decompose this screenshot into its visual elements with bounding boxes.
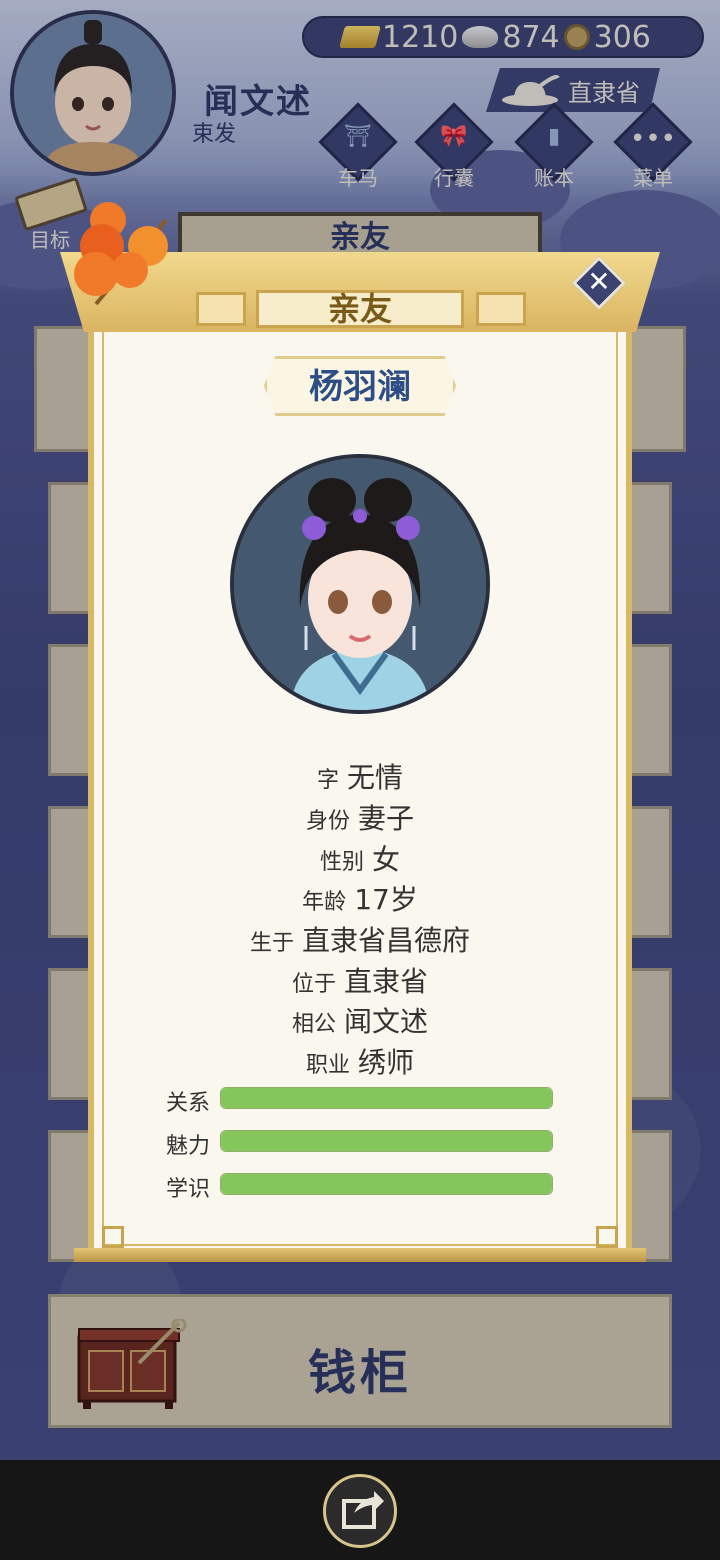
header-ornament	[196, 292, 246, 326]
frame-corner	[596, 1226, 618, 1248]
detail-key: 相公	[291, 1012, 336, 1037]
stat-label-knowledge: 学识	[166, 1177, 211, 1202]
detail-row-husband: 相公 闻文述	[0, 1000, 720, 1038]
stat-fill	[221, 1174, 552, 1194]
detail-value: 直隶省	[344, 965, 429, 998]
detail-value: 妻子	[358, 802, 415, 835]
stat-label-relationship: 关系	[166, 1091, 211, 1116]
detail-row-age: 年龄 17岁	[0, 878, 720, 916]
stat-fill	[221, 1131, 552, 1151]
stat-bar-knowledge	[220, 1173, 553, 1195]
detail-key: 生于	[249, 931, 294, 956]
npc-portrait	[230, 454, 490, 714]
detail-row-occupation: 职业 绣师	[0, 1041, 720, 1079]
detail-value: 17岁	[354, 883, 418, 916]
detail-row-birthplace: 生于 直隶省昌德府	[0, 919, 720, 957]
detail-row-identity: 身份 妻子	[0, 797, 720, 835]
detail-row-courtesy-name: 字无情	[0, 756, 720, 794]
detail-row-gender: 性别女	[0, 838, 720, 876]
detail-value: 女	[372, 843, 401, 876]
detail-value: 闻文述	[344, 1005, 429, 1038]
detail-key: 年龄	[302, 890, 347, 915]
detail-value: 无情	[347, 761, 404, 794]
stat-fill	[221, 1088, 552, 1108]
detail-value: 直隶省昌德府	[302, 924, 471, 957]
share-icon	[342, 1491, 384, 1529]
frame-corner	[102, 1226, 124, 1248]
close-icon: ✕	[587, 265, 611, 298]
scroll-bottom-rail	[74, 1248, 646, 1262]
detail-key: 性别	[319, 850, 364, 875]
npc-name: 杨羽澜	[264, 356, 456, 416]
detail-key: 位于	[291, 972, 336, 997]
candied-haws-icon	[74, 202, 168, 306]
detail-key: 字	[316, 768, 339, 793]
header-ornament	[476, 292, 526, 326]
detail-value: 绣师	[358, 1046, 415, 1079]
share-button[interactable]	[323, 1474, 397, 1548]
stat-label-charm: 魅力	[166, 1134, 211, 1159]
stat-bar-relationship	[220, 1087, 553, 1109]
stat-bar-charm	[220, 1130, 553, 1152]
detail-key: 职业	[305, 1053, 350, 1078]
detail-row-location: 位于 直隶省	[0, 960, 720, 998]
modal-title: 亲友	[256, 290, 464, 328]
detail-key: 身份	[305, 809, 350, 834]
